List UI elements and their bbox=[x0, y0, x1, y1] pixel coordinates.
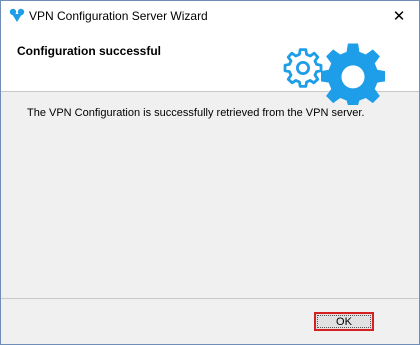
gear-icon bbox=[321, 43, 385, 105]
ok-button[interactable]: OK bbox=[314, 312, 374, 331]
wizard-window: VPN Configuration Server Wizard ✕ Config… bbox=[0, 0, 420, 345]
wizard-header: Configuration successful bbox=[1, 31, 419, 105]
page-title: Configuration successful bbox=[17, 44, 162, 58]
ok-button-label: OK bbox=[336, 315, 352, 328]
close-icon: ✕ bbox=[392, 8, 406, 25]
window-title: VPN Configuration Server Wizard bbox=[29, 9, 208, 23]
footer-divider bbox=[1, 298, 419, 299]
title-bar: VPN Configuration Server Wizard ✕ bbox=[1, 1, 419, 31]
gear-icon bbox=[283, 48, 323, 88]
close-button[interactable]: ✕ bbox=[379, 1, 419, 31]
app-logo-icon bbox=[9, 8, 25, 22]
status-message: The VPN Configuration is successfully re… bbox=[27, 107, 365, 119]
